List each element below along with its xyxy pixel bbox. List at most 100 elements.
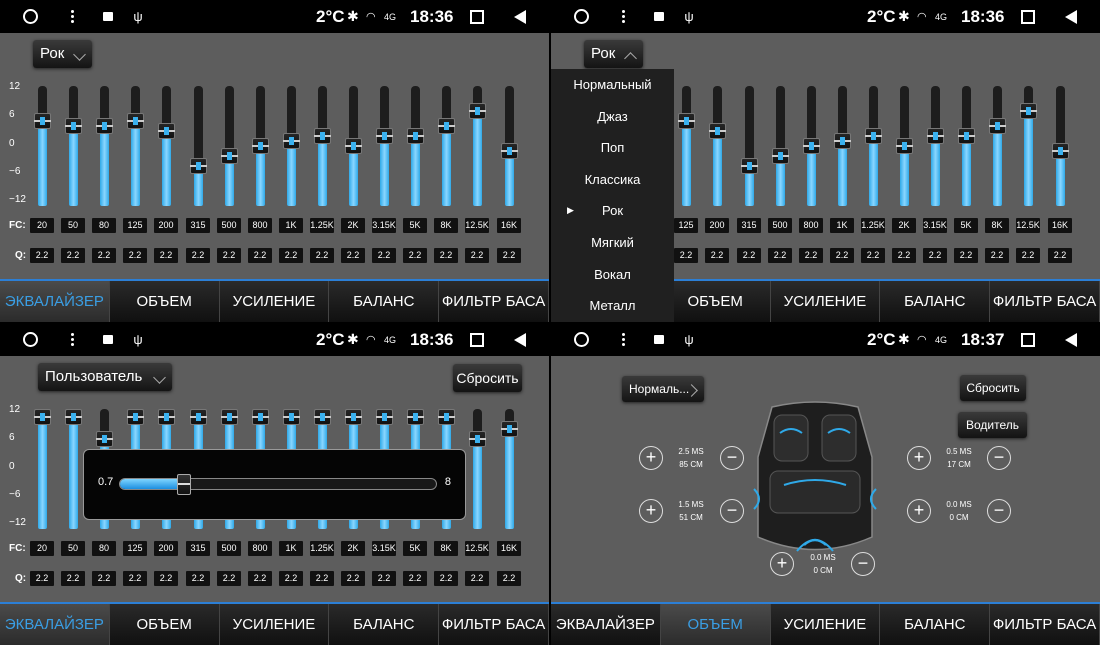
eq-band-slider[interactable] — [834, 86, 851, 206]
fc-value[interactable]: 8K — [434, 541, 458, 556]
q-value[interactable]: 2.2 — [372, 571, 396, 586]
fc-value[interactable]: 1.25K — [861, 218, 885, 233]
tab-4[interactable]: ФИЛЬТР БАСА — [439, 604, 549, 645]
eq-band-slider[interactable] — [865, 86, 882, 206]
fc-value[interactable]: 1K — [279, 541, 303, 556]
back-triangle-icon[interactable] — [1063, 323, 1079, 356]
sub-plus-button[interactable]: + — [770, 552, 794, 576]
eq-band-slider[interactable] — [190, 86, 207, 206]
q-value[interactable]: 2.2 — [799, 248, 823, 263]
fc-value[interactable]: 16K — [497, 541, 521, 556]
q-value[interactable]: 2.2 — [30, 571, 54, 586]
eq-band-slider[interactable] — [772, 86, 789, 206]
dropdown-item[interactable]: Мягкий — [551, 227, 674, 259]
tab-0[interactable]: ЭКВАЛАЙЗЕР — [0, 604, 110, 645]
eq-band-knob[interactable] — [221, 148, 238, 164]
sub-minus-button[interactable]: − — [851, 552, 875, 576]
tab-3[interactable]: БАЛАНС — [880, 604, 991, 645]
tab-2[interactable]: УСИЛЕНИЕ — [219, 604, 330, 645]
eq-band-slider[interactable] — [469, 409, 486, 529]
tab-3[interactable]: БАЛАНС — [880, 281, 991, 322]
fc-value[interactable]: 500 — [217, 218, 241, 233]
q-value[interactable]: 2.2 — [186, 571, 210, 586]
q-value[interactable]: 2.2 — [861, 248, 885, 263]
fc-value[interactable]: 20 — [30, 218, 54, 233]
sound-field-preset[interactable]: Нормаль... — [622, 376, 704, 402]
q-value[interactable]: 2.2 — [30, 248, 54, 263]
q-value[interactable]: 2.2 — [310, 248, 334, 263]
eq-band-slider[interactable] — [958, 86, 975, 206]
q-value[interactable]: 2.2 — [123, 248, 147, 263]
dropdown-item[interactable]: ▶ Рок — [551, 195, 674, 227]
menu-dots-icon[interactable] — [613, 323, 633, 356]
q-value[interactable]: 2.2 — [737, 248, 761, 263]
q-value[interactable]: 2.2 — [372, 248, 396, 263]
eq-band-knob[interactable] — [190, 409, 207, 425]
eq-band-slider[interactable] — [989, 86, 1006, 206]
rear-left-minus-button[interactable]: − — [720, 499, 744, 523]
fc-value[interactable]: 315 — [186, 218, 210, 233]
tab-4[interactable]: ФИЛЬТР БАСА — [439, 281, 549, 322]
tab-2[interactable]: УСИЛЕНИЕ — [770, 604, 881, 645]
fc-value[interactable]: 5K — [954, 218, 978, 233]
eq-band-knob[interactable] — [469, 431, 486, 447]
eq-band-slider[interactable] — [96, 86, 113, 206]
fc-value[interactable]: 315 — [737, 218, 761, 233]
q-value[interactable]: 2.2 — [1048, 248, 1072, 263]
fc-value[interactable]: 80 — [92, 541, 116, 556]
fc-value[interactable]: 2K — [892, 218, 916, 233]
eq-band-knob[interactable] — [376, 409, 393, 425]
eq-band-knob[interactable] — [865, 128, 882, 144]
eq-band-slider[interactable] — [709, 86, 726, 206]
reset-button[interactable]: Сбросить — [960, 375, 1026, 401]
eq-band-slider[interactable] — [34, 409, 51, 529]
front-left-plus-button[interactable]: + — [639, 446, 663, 470]
fc-value[interactable]: 125 — [123, 541, 147, 556]
driver-button[interactable]: Водитель — [958, 412, 1027, 438]
eq-band-slider[interactable] — [376, 86, 393, 206]
q-value[interactable]: 2.2 — [248, 571, 272, 586]
dropdown-item[interactable]: Поп — [551, 132, 674, 164]
fc-value[interactable]: 50 — [61, 218, 85, 233]
front-left-minus-button[interactable]: − — [720, 446, 744, 470]
eq-band-slider[interactable] — [221, 86, 238, 206]
eq-band-knob[interactable] — [158, 409, 175, 425]
fc-value[interactable]: 315 — [186, 541, 210, 556]
fc-value[interactable]: 200 — [154, 218, 178, 233]
q-value[interactable]: 2.2 — [403, 571, 427, 586]
q-value[interactable]: 2.2 — [892, 248, 916, 263]
q-slider-knob[interactable] — [177, 474, 191, 495]
eq-band-knob[interactable] — [65, 409, 82, 425]
fc-value[interactable]: 3.15K — [923, 218, 947, 233]
eq-band-slider[interactable] — [741, 86, 758, 206]
q-value[interactable]: 2.2 — [434, 248, 458, 263]
fc-value[interactable]: 50 — [61, 541, 85, 556]
q-value[interactable]: 2.2 — [61, 571, 85, 586]
q-value[interactable]: 2.2 — [434, 571, 458, 586]
fc-value[interactable]: 500 — [217, 541, 241, 556]
q-value[interactable]: 2.2 — [279, 571, 303, 586]
eq-band-knob[interactable] — [958, 128, 975, 144]
eq-band-slider[interactable] — [1020, 86, 1037, 206]
eq-band-slider[interactable] — [678, 86, 695, 206]
q-value[interactable]: 2.2 — [1016, 248, 1040, 263]
tab-4[interactable]: ФИЛЬТР БАСА — [990, 281, 1100, 322]
eq-band-knob[interactable] — [96, 118, 113, 134]
eq-band-slider[interactable] — [65, 86, 82, 206]
dropdown-item[interactable]: Металл — [551, 290, 674, 322]
fc-value[interactable]: 2K — [341, 541, 365, 556]
q-value[interactable]: 2.2 — [248, 248, 272, 263]
dropdown-item[interactable]: Классика — [551, 164, 674, 196]
q-value[interactable]: 2.2 — [279, 248, 303, 263]
eq-band-knob[interactable] — [345, 409, 362, 425]
fc-value[interactable]: 125 — [674, 218, 698, 233]
q-value[interactable]: 2.2 — [154, 571, 178, 586]
eq-band-slider[interactable] — [438, 86, 455, 206]
eq-band-knob[interactable] — [127, 113, 144, 129]
q-value[interactable]: 2.2 — [830, 248, 854, 263]
fc-value[interactable]: 5K — [403, 541, 427, 556]
eq-band-knob[interactable] — [678, 113, 695, 129]
eq-band-knob[interactable] — [314, 409, 331, 425]
eq-band-knob[interactable] — [190, 158, 207, 174]
eq-band-knob[interactable] — [469, 103, 486, 119]
